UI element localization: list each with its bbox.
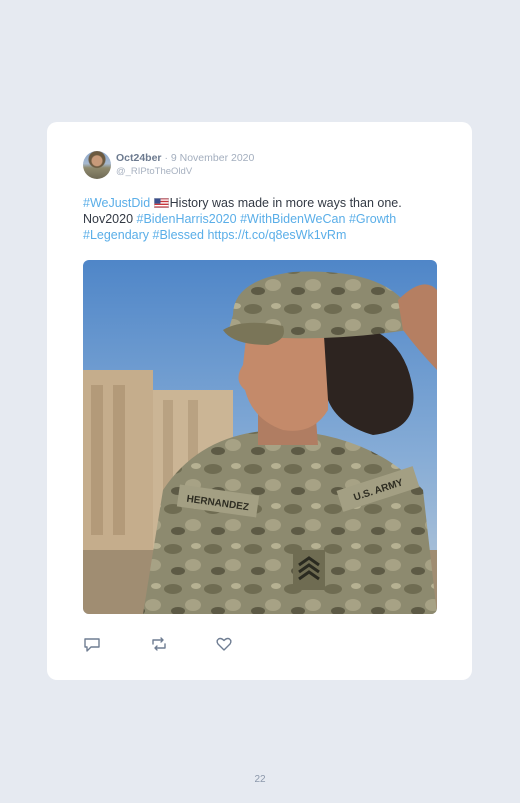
hashtag-wejustdid[interactable]: #WeJustDid [83,196,150,210]
hashtag-legendary[interactable]: #Legendary [83,228,149,242]
us-flag-icon [153,198,169,208]
avatar[interactable] [83,151,111,179]
tweet-card: Oct24ber · 9 November 2020 @_RIPtoTheOld… [47,122,472,680]
tweet-header: Oct24ber · 9 November 2020 @_RIPtoTheOld… [116,152,254,177]
hashtag-blessed[interactable]: #Blessed [153,228,204,242]
soldier-photo: HERNANDEZ U.S. ARMY [83,260,437,614]
separator: · [164,152,168,164]
reply-icon[interactable] [83,635,101,653]
tweet-photo[interactable]: HERNANDEZ U.S. ARMY [83,260,437,614]
user-handle[interactable]: @_RIPtoTheOldV [116,166,254,177]
tweet-link[interactable]: https://t.co/q8esWk1vRm [207,228,346,242]
like-icon[interactable] [215,635,233,653]
tweet-date[interactable]: 9 November 2020 [171,152,254,164]
page-number: 22 [254,774,266,785]
display-name[interactable]: Oct24ber [116,152,162,164]
tweet-text: #WeJustDid History was made in more ways… [83,195,433,243]
hashtag-bidenharris2020[interactable]: #BidenHarris2020 [137,212,237,226]
hashtag-growth[interactable]: #Growth [349,212,396,226]
retweet-icon[interactable] [150,635,168,653]
hashtag-withbidenwecan[interactable]: #WithBidenWeCan [240,212,345,226]
